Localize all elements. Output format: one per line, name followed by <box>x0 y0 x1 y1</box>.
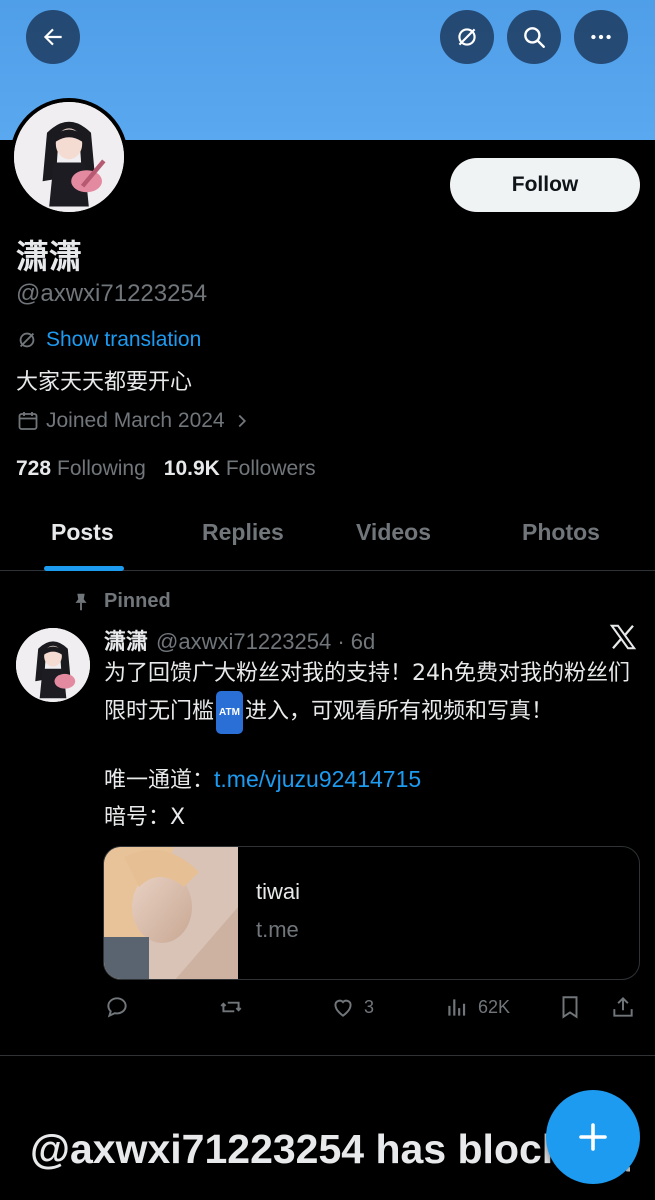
pin-icon <box>75 593 87 610</box>
pinned-label: Pinned <box>104 590 171 612</box>
like-count: 3 <box>364 996 375 1017</box>
search-button[interactable] <box>507 10 561 64</box>
tab-photos[interactable]: Photos <box>522 519 600 546</box>
views-icon <box>448 999 466 1016</box>
tweet-header: 潇潇 @axwxi71223254 · 6d <box>104 624 375 656</box>
channel-link[interactable]: t.me/vjuzu92414715 <box>214 766 421 792</box>
tweet-actions: 3 62K <box>0 990 655 1030</box>
follow-button[interactable]: Follow <box>450 158 640 212</box>
show-translation-link[interactable]: Show translation <box>46 328 201 352</box>
profile-avatar[interactable] <box>10 98 128 216</box>
translate-icon <box>458 28 476 46</box>
tweet-author-name[interactable]: 潇潇 <box>104 624 148 656</box>
compose-button[interactable] <box>546 1090 640 1184</box>
translate-button[interactable] <box>440 10 494 64</box>
avatar-image <box>16 628 90 702</box>
like-icon <box>334 999 352 1017</box>
profile-tabs: Posts Replies Videos Photos <box>0 505 655 571</box>
profile-bio: 大家天天都要开心 <box>16 370 193 395</box>
bookmark-icon <box>562 996 578 1019</box>
bookmark-button[interactable] <box>557 994 583 1020</box>
back-button[interactable] <box>26 10 80 64</box>
tab-videos[interactable]: Videos <box>356 519 431 546</box>
tweet-text: 为了回馈广大粉丝对我的支持！24h免费对我的粉丝们限时无门槛 ATM 进入，可观看所… <box>104 656 644 734</box>
plus-icon <box>579 1123 607 1151</box>
follow-stats: 728 Following 10.9K Followers <box>16 457 328 481</box>
tweet-code-line: 暗号：X <box>104 805 186 830</box>
calendar-icon <box>18 412 38 430</box>
following-label[interactable]: Following <box>57 457 146 481</box>
translate-icon <box>19 332 35 348</box>
reply-button[interactable] <box>104 994 130 1020</box>
show-translation[interactable]: Show translation <box>16 328 201 352</box>
share-button[interactable] <box>610 994 636 1020</box>
link-card-domain: t.me <box>256 917 299 942</box>
profile-handle: @axwxi71223254 <box>16 280 208 307</box>
views-count: 62K <box>478 996 511 1017</box>
following-count[interactable]: 728 <box>16 457 51 481</box>
tweet-text-part2: 进入，可观看所有视频和写真！ <box>244 699 553 724</box>
retweet-button[interactable] <box>218 994 244 1020</box>
joined-date[interactable]: Joined March 2024 <box>16 409 253 433</box>
blocked-notice: @axwxi71223254 has blocked you <box>30 1126 630 1172</box>
display-name: 潇潇 <box>16 237 82 276</box>
back-arrow-icon <box>43 28 62 46</box>
pinned-indicator: Pinned <box>70 590 171 613</box>
views-button[interactable]: 62K <box>444 994 510 1020</box>
tab-posts[interactable]: Posts <box>51 519 114 546</box>
link-card[interactable]: tiwai t.me <box>103 846 640 980</box>
active-tab-indicator <box>44 566 124 571</box>
atm-emoji-icon: ATM <box>216 691 243 734</box>
section-divider <box>0 1055 655 1056</box>
retweet-icon <box>220 1001 242 1013</box>
link-card-title: tiwai <box>256 879 301 904</box>
chevron-right-icon <box>238 414 246 428</box>
tweet-handle-time[interactable]: @axwxi71223254 · 6d <box>156 629 375 655</box>
channel-label: 唯一通道： <box>104 768 215 793</box>
share-icon <box>613 996 633 1017</box>
tweet-channel-line: 唯一通道：t.me/vjuzu92414715 <box>104 762 421 794</box>
more-button[interactable] <box>574 10 628 64</box>
tab-replies[interactable]: Replies <box>202 519 284 546</box>
x-logo-icon <box>609 624 637 650</box>
tweet-avatar[interactable] <box>16 628 90 702</box>
search-icon <box>524 27 545 48</box>
followers-count[interactable]: 10.9K <box>164 457 220 481</box>
followers-label[interactable]: Followers <box>226 457 316 481</box>
like-button[interactable]: 3 <box>330 994 374 1020</box>
joined-text: Joined March 2024 <box>46 409 225 432</box>
more-icon <box>591 34 611 40</box>
link-card-thumbnail <box>104 847 238 979</box>
reply-icon <box>107 997 127 1018</box>
avatar-image <box>14 102 124 212</box>
